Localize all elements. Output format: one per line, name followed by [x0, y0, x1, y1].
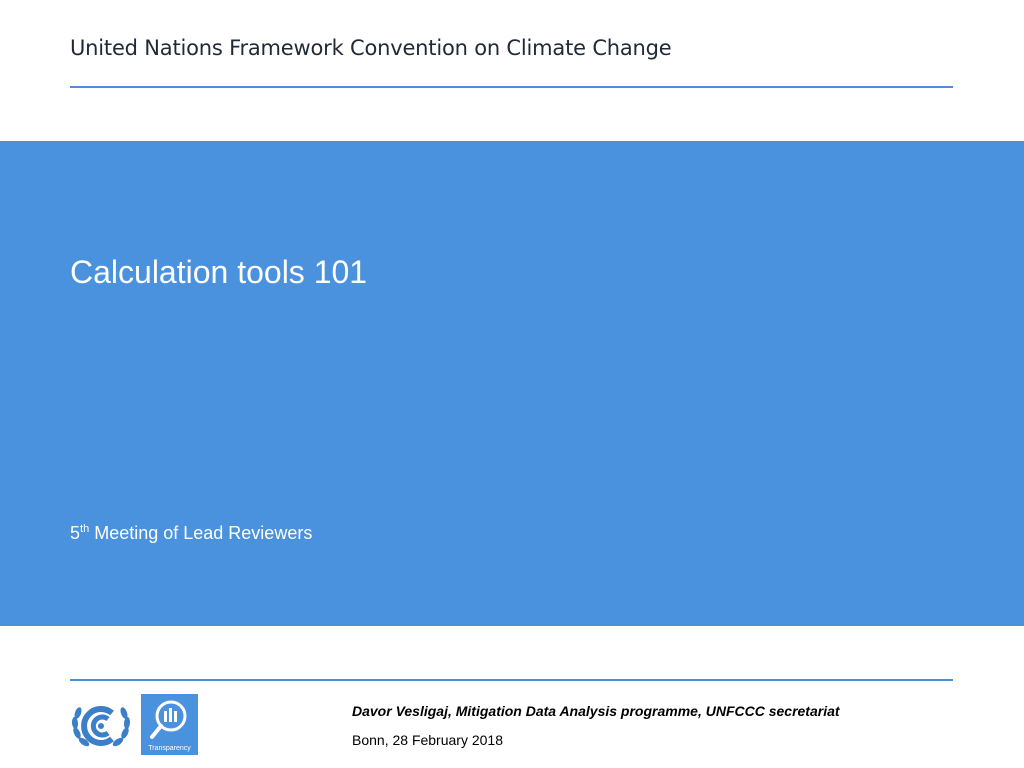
organization-header: United Nations Framework Convention on C… [70, 36, 672, 60]
bottom-divider [70, 679, 953, 681]
subtitle-text: Meeting of Lead Reviewers [89, 523, 313, 543]
subtitle-ordinal-number: 5 [70, 523, 81, 543]
venue-date: Bonn, 28 February 2018 [352, 732, 503, 748]
unfccc-logo-icon [68, 697, 134, 755]
transparency-logo-label: Transparency [148, 745, 191, 752]
transparency-logo-icon: Transparency [141, 694, 198, 755]
subtitle-ordinal-suffix: th [80, 523, 90, 535]
slide-subtitle: 5th Meeting of Lead Reviewers [70, 523, 312, 544]
presenter-line: Davor Vesligaj, Mitigation Data Analysis… [352, 703, 840, 719]
slide-title: Calculation tools 101 [70, 254, 368, 290]
title-band: Calculation tools 101 5th Meeting of Lea… [0, 141, 1024, 626]
slide: United Nations Framework Convention on C… [0, 0, 1024, 768]
top-divider [70, 86, 953, 88]
